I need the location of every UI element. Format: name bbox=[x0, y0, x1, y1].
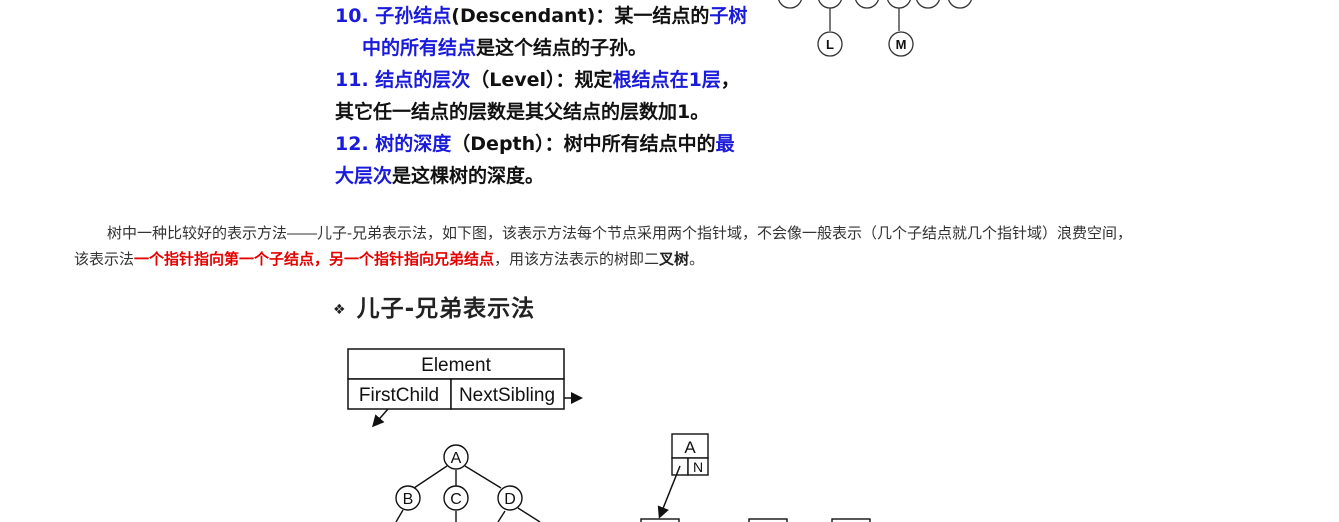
next-sibling-label: NextSibling bbox=[459, 385, 555, 406]
edge-a-d bbox=[464, 465, 502, 489]
binary-node-a-label: A bbox=[684, 438, 696, 457]
edge-d-child1 bbox=[497, 510, 506, 522]
tree-node-b-label: B bbox=[403, 491, 414, 508]
tree-node-d-label: D bbox=[504, 491, 516, 508]
first-child-arrow bbox=[372, 408, 389, 428]
binary-child-pointer bbox=[657, 465, 681, 519]
child-sibling-diagram: Element FirstChild NextSibling A B C D A… bbox=[347, 348, 871, 522]
edge-d-child2 bbox=[517, 507, 541, 522]
tree-node-a-label: A bbox=[451, 450, 462, 467]
example-tree bbox=[395, 444, 541, 522]
tree-node-c-label: C bbox=[450, 491, 462, 508]
first-child-label: FirstChild bbox=[359, 385, 439, 406]
element-label: Element bbox=[421, 355, 491, 376]
binary-node-a-sibling-label: N bbox=[693, 459, 703, 475]
edge-a-b bbox=[413, 465, 448, 489]
edge-b-child bbox=[395, 509, 404, 522]
